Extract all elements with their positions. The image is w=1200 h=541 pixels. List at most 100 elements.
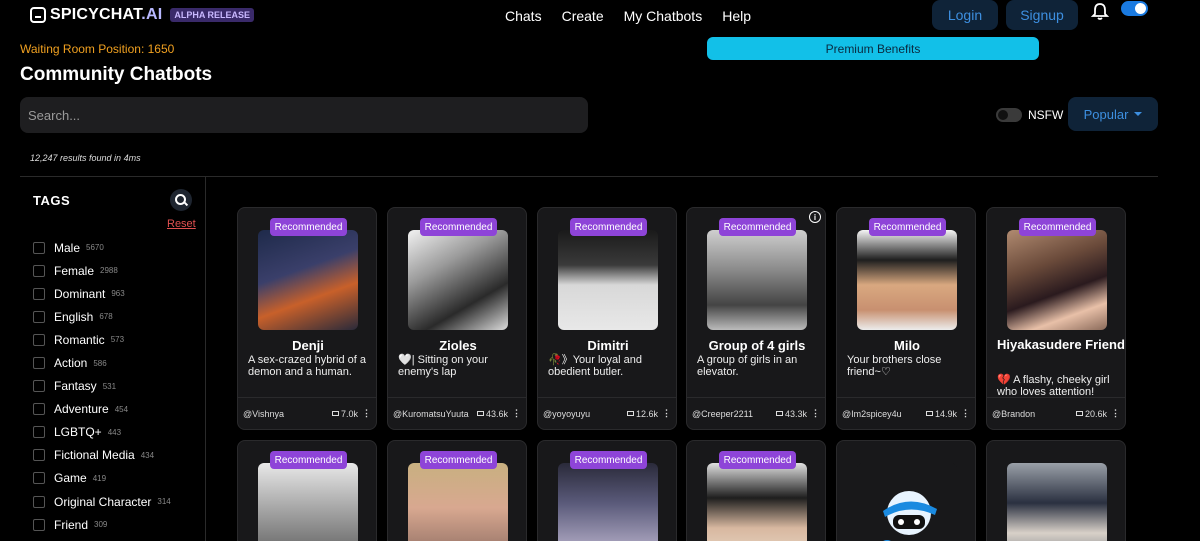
recommended-badge: Recommended [1019, 218, 1096, 236]
tag-item[interactable]: English 678 [33, 305, 171, 328]
tag-item[interactable]: Dominant 963 [33, 282, 171, 305]
tag-checkbox[interactable] [33, 357, 45, 370]
more-dots-icon[interactable]: ⋮ [512, 408, 521, 419]
chatbot-author[interactable]: @KuromatsuYuuta [393, 409, 469, 419]
chatbot-card[interactable]: Recommended Milo Your brothers close fri… [836, 207, 976, 430]
chatbot-card[interactable]: Recommended Dimitri 🥀》Your loyal and obe… [537, 207, 677, 430]
tag-item[interactable]: LGBTQ+ 443 [33, 421, 171, 444]
chatbot-description: Your brothers close friend~♡ [847, 354, 942, 378]
tag-label: Adventure [54, 402, 109, 417]
tag-item[interactable]: Adventure 454 [33, 398, 171, 421]
tag-item[interactable]: Female 2988 [33, 259, 171, 282]
nsfw-toggle[interactable] [996, 108, 1022, 122]
chatbot-name: Dimitri [587, 338, 629, 353]
tag-item[interactable]: Fictional Media 434 [33, 444, 171, 467]
tag-checkbox[interactable] [33, 333, 45, 346]
sort-label: Popular [1083, 106, 1129, 122]
chatbot-card[interactable]: Recommended [387, 440, 527, 541]
chatbot-author[interactable]: @Brandon [992, 409, 1035, 419]
message-count: 43.6k [485, 408, 508, 419]
more-dots-icon[interactable]: ⋮ [662, 408, 671, 419]
info-icon[interactable]: i [809, 211, 821, 223]
logo[interactable]: SPICYCHAT.AI ALPHA RELEASE [30, 6, 255, 24]
tag-label: Original Character [54, 494, 152, 509]
chatbot-card[interactable]: Recommended i Group of 4 girls A group o… [686, 207, 826, 430]
chatbot-author[interactable]: @Im2spicey4u [842, 409, 902, 419]
tag-checkbox[interactable] [33, 264, 45, 277]
message-icon [925, 411, 933, 416]
bell-icon[interactable] [1090, 2, 1110, 22]
card-footer: @yoyoyuyu 12.6k ⋮ [538, 397, 676, 429]
chatbot-author[interactable]: @Vishnya [243, 409, 284, 419]
tag-checkbox[interactable] [33, 449, 45, 462]
tag-count: 963 [111, 289, 125, 299]
tag-item[interactable]: Romantic 573 [33, 328, 171, 351]
message-count: 7.0k [340, 408, 358, 419]
tag-item[interactable]: Action 586 [33, 351, 171, 374]
message-icon [626, 411, 634, 416]
tag-count: 434 [140, 450, 155, 460]
more-dots-icon[interactable]: ⋮ [362, 408, 371, 419]
tag-checkbox[interactable] [33, 472, 45, 485]
signup-button[interactable]: Signup [1006, 0, 1078, 30]
sort-dropdown[interactable]: Popular [1068, 97, 1158, 131]
logo-text: SPICYCHAT [50, 6, 142, 23]
search-icon[interactable] [170, 189, 192, 211]
tag-checkbox[interactable] [33, 426, 45, 439]
tag-item[interactable]: Friend 309 [33, 513, 171, 536]
premium-benefits-button[interactable]: Premium Benefits [707, 37, 1039, 60]
recommended-badge: Recommended [270, 218, 347, 236]
nsfw-toggle-wrap[interactable]: NSFW [996, 108, 1063, 122]
tag-item[interactable]: Fantasy 531 [33, 375, 171, 398]
chatbot-avatar [258, 230, 358, 330]
tag-label: Game [54, 471, 87, 486]
chatbot-card[interactable] [836, 440, 976, 541]
chatbot-card[interactable]: Recommended [237, 440, 377, 541]
chatbot-card[interactable]: Recommended [537, 440, 677, 541]
chatbot-card[interactable]: Recommended [686, 440, 826, 541]
tag-label: Male [54, 240, 81, 255]
nav-create[interactable]: Create [562, 8, 604, 24]
tag-item[interactable]: Male 5670 [33, 236, 171, 259]
message-count: 12.6k [635, 408, 658, 419]
nav-chats[interactable]: Chats [505, 8, 542, 24]
tag-checkbox[interactable] [33, 518, 45, 531]
message-icon [476, 411, 484, 416]
reset-link[interactable]: Reset [167, 218, 196, 230]
chatbot-author[interactable]: @yoyoyuyu [543, 409, 590, 419]
tag-checkbox[interactable] [33, 310, 45, 323]
chat-logo-icon [30, 7, 46, 23]
tag-checkbox[interactable] [33, 287, 45, 300]
more-dots-icon[interactable]: ⋮ [1111, 408, 1120, 419]
chatbot-card[interactable]: Recommended Denji A sex-crazed hybrid of… [237, 207, 377, 430]
tag-checkbox[interactable] [33, 403, 45, 416]
nav-help[interactable]: Help [722, 8, 751, 24]
tag-item[interactable]: Original Character 314 [33, 490, 171, 513]
tag-item[interactable]: Game 419 [33, 467, 171, 490]
tag-checkbox[interactable] [33, 241, 45, 254]
login-button[interactable]: Login [932, 0, 998, 30]
tag-label: Action [54, 356, 88, 371]
search-input[interactable] [20, 97, 588, 133]
chatbot-card[interactable] [986, 440, 1126, 541]
more-dots-icon[interactable]: ⋮ [961, 408, 970, 419]
theme-toggle-icon[interactable] [1121, 1, 1148, 16]
tag-count: 586 [93, 358, 107, 368]
message-count: 43.3k [784, 408, 807, 419]
card-footer: @Im2spicey4u 14.9k ⋮ [837, 397, 975, 429]
chatbot-avatar [707, 230, 807, 330]
nav-my-chatbots[interactable]: My Chatbots [624, 8, 703, 24]
chatbot-avatar [408, 230, 508, 330]
chatbot-card[interactable]: Recommended Hiyakasudere Friend 💔 A flas… [986, 207, 1126, 430]
chatbot-author[interactable]: @Creeper2211 [692, 409, 753, 419]
chatbot-name: Zioles [439, 338, 477, 353]
chatbot-name: Milo [894, 338, 920, 353]
chatbot-card[interactable]: Recommended Zioles 🤍| Sitting on your en… [387, 207, 527, 430]
chatbot-avatar [1007, 463, 1107, 541]
chatbot-avatar [857, 230, 957, 330]
nsfw-label: NSFW [1028, 108, 1064, 122]
top-header: SPICYCHAT.AI ALPHA RELEASE Chats Create … [0, 0, 1200, 32]
tag-checkbox[interactable] [33, 495, 45, 508]
tag-checkbox[interactable] [33, 380, 45, 393]
more-dots-icon[interactable]: ⋮ [811, 408, 820, 419]
